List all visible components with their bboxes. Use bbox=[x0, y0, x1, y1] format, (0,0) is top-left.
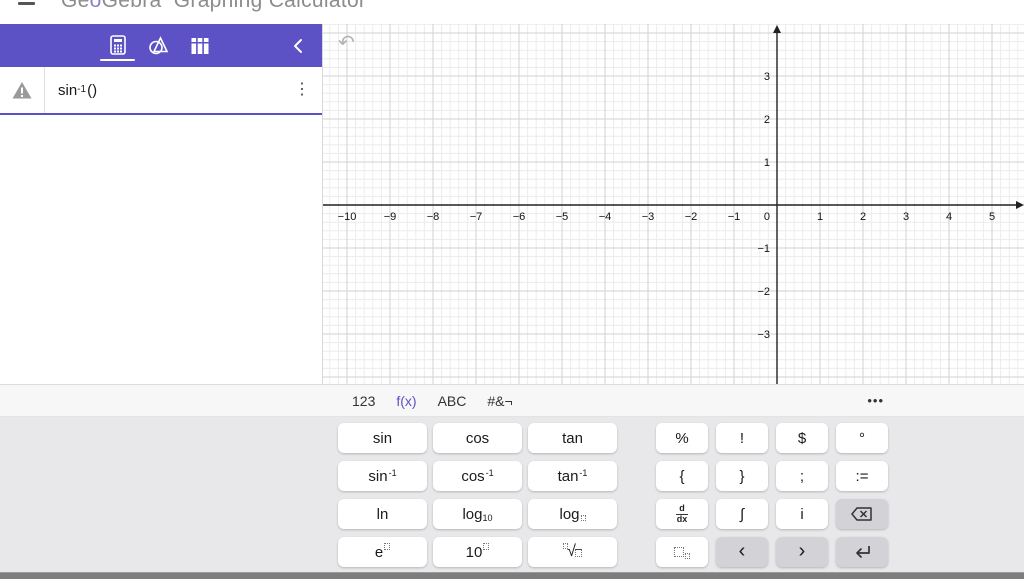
key-sin[interactable]: sin bbox=[338, 423, 427, 453]
table-icon bbox=[189, 36, 211, 56]
key-degree[interactable]: ° bbox=[836, 423, 888, 453]
graph-canvas[interactable]: −10 −9 −8 −7 −6 −5 −4 −3 −2 −1 1 2 3 4 5 3 2 1 −1 −2 −3 0 bbox=[323, 24, 1024, 384]
expression-sup: -1 bbox=[77, 84, 86, 95]
key-percent[interactable]: % bbox=[656, 423, 708, 453]
key-cursor-left[interactable]: ‹ bbox=[716, 537, 768, 567]
virtual-keyboard: sincostan%!$°sin-1cos-1tan-1{};:=lnlog10… bbox=[0, 417, 1024, 572]
enter-icon bbox=[852, 545, 872, 559]
keyboard-row: sincostan%! $ ° bbox=[338, 423, 896, 453]
key-cos[interactable]: cos bbox=[433, 423, 522, 453]
tab-algebra-calculator[interactable] bbox=[97, 24, 138, 67]
key-assign[interactable]: := bbox=[836, 461, 888, 491]
key-arctan[interactable]: tan-1 bbox=[528, 461, 617, 491]
warning-cell bbox=[0, 67, 45, 113]
key-enter[interactable] bbox=[836, 537, 888, 567]
x-tick-label: 3 bbox=[903, 211, 909, 223]
active-tool-underline bbox=[100, 59, 135, 61]
x-tick-label: −6 bbox=[513, 211, 526, 223]
x-tick-label: −7 bbox=[470, 211, 483, 223]
y-tick-label: 1 bbox=[764, 157, 770, 169]
key-arccos[interactable]: cos-1 bbox=[433, 461, 522, 491]
tab-table[interactable] bbox=[179, 24, 220, 67]
x-tick-label: 2 bbox=[860, 211, 866, 223]
y-tick-label: −1 bbox=[757, 243, 770, 255]
x-tick-label: 5 bbox=[989, 211, 995, 223]
menu-icon[interactable] bbox=[18, 0, 35, 5]
key-nth-root[interactable]: √ bbox=[528, 537, 617, 567]
y-tick-label: −3 bbox=[757, 329, 770, 341]
keyboard-tab-[interactable]: #&¬ bbox=[487, 393, 512, 409]
x-tick-label: −2 bbox=[685, 211, 698, 223]
x-tick-label: −9 bbox=[384, 211, 397, 223]
keyboard-tab-123[interactable]: 123 bbox=[352, 393, 375, 409]
x-tick-label: 1 bbox=[817, 211, 823, 223]
warning-icon bbox=[11, 80, 33, 100]
key-brace-open[interactable]: { bbox=[656, 461, 708, 491]
chevron-left-icon bbox=[292, 38, 304, 54]
keyboard-tab-abc[interactable]: ABC bbox=[438, 393, 467, 409]
algebra-panel-empty bbox=[0, 115, 322, 384]
key-semicolon[interactable]: ; bbox=[776, 461, 828, 491]
key-ten-power[interactable]: 10 bbox=[433, 537, 522, 567]
row-menu-icon[interactable]: ⋮ bbox=[290, 80, 314, 100]
key-cursor-right[interactable]: › bbox=[776, 537, 828, 567]
algebra-input-row[interactable]: sin-1() ⋮ bbox=[0, 67, 322, 115]
calculator-icon bbox=[107, 34, 129, 58]
x-tick-label: −1 bbox=[728, 211, 741, 223]
key-factorial[interactable]: ! bbox=[716, 423, 768, 453]
expression-suffix: () bbox=[87, 82, 97, 99]
keyboard-row: sin-1cos-1tan-1 {}; := bbox=[338, 461, 896, 491]
key-dollar[interactable]: $ bbox=[776, 423, 828, 453]
undo-icon[interactable]: ↶ bbox=[338, 30, 355, 55]
page-title: GeoGebra Graphing Calculator bbox=[61, 0, 366, 13]
key-ln[interactable]: ln bbox=[338, 499, 427, 529]
key-brace-close[interactable]: } bbox=[716, 461, 768, 491]
collapse-panel-button[interactable] bbox=[286, 24, 310, 67]
keyboard-tab-bar: 123 f(x) ABC #&¬ ••• bbox=[0, 384, 1024, 417]
origin-label: 0 bbox=[764, 211, 770, 223]
key-integral[interactable]: ∫ bbox=[716, 499, 768, 529]
x-tick-label: −4 bbox=[599, 211, 612, 223]
key-tan[interactable]: tan bbox=[528, 423, 617, 453]
algebra-panel: sin-1() ⋮ bbox=[0, 24, 323, 384]
x-tick-label: −3 bbox=[642, 211, 655, 223]
x-tick-label: 4 bbox=[946, 211, 952, 223]
key-e-power[interactable]: e bbox=[338, 537, 427, 567]
expression-base: sin bbox=[58, 82, 77, 99]
graphics-view[interactable]: −10 −9 −8 −7 −6 −5 −4 −3 −2 −1 1 2 3 4 5 3 2 1 −1 −2 −3 0 ↶ bbox=[323, 24, 1024, 384]
key-backspace[interactable] bbox=[836, 499, 888, 529]
x-tick-label: −10 bbox=[338, 211, 357, 223]
algebra-toolbar bbox=[0, 24, 322, 67]
key-subscript[interactable] bbox=[656, 537, 708, 567]
y-tick-label: 3 bbox=[764, 71, 770, 83]
key-derivative[interactable]: ddx bbox=[656, 499, 708, 529]
keyboard-tab-fx[interactable]: f(x) bbox=[396, 393, 416, 409]
main-area: sin-1() ⋮ −10−9−8−7−6−5−4−3−2−112345321−… bbox=[0, 24, 1024, 384]
x-tick-label: −8 bbox=[427, 211, 440, 223]
keyboard-row: e10√ ‹ › bbox=[338, 537, 896, 567]
app-header: GeoGebra Graphing Calculator bbox=[0, 0, 1024, 24]
key-log-base[interactable]: log bbox=[528, 499, 617, 529]
y-tick-label: 2 bbox=[764, 114, 770, 126]
keyboard-more-button[interactable]: ••• bbox=[867, 392, 884, 407]
key-arcsin[interactable]: sin-1 bbox=[338, 461, 427, 491]
y-tick-label: −2 bbox=[757, 286, 770, 298]
tab-geometry[interactable] bbox=[138, 24, 179, 67]
backspace-icon bbox=[850, 506, 874, 522]
key-imaginary[interactable]: i bbox=[776, 499, 828, 529]
geometry-icon bbox=[148, 35, 170, 57]
expression-input[interactable]: sin-1() bbox=[45, 67, 97, 113]
x-tick-label: −5 bbox=[556, 211, 569, 223]
key-log10[interactable]: log10 bbox=[433, 499, 522, 529]
keyboard-row: lnlog10log ddx ∫ i bbox=[338, 499, 896, 529]
